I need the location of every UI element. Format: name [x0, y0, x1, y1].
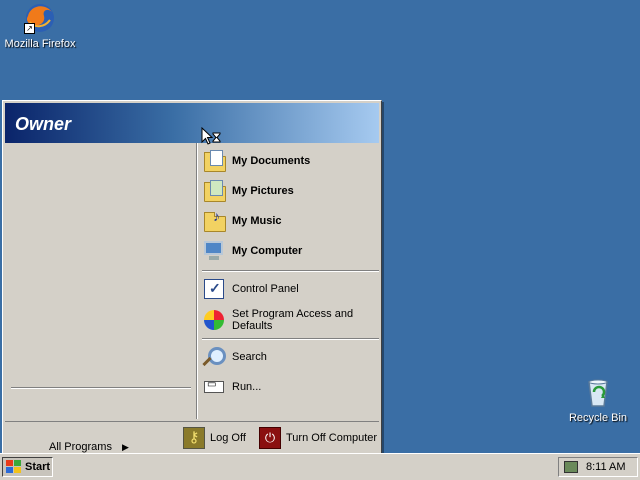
- start-menu-left-pane: All Programs ▶: [5, 143, 196, 453]
- my-music-icon: ♪: [202, 208, 226, 233]
- menu-item-my-music[interactable]: ♪ My Music: [202, 207, 376, 235]
- recycle-bin-icon: [582, 376, 614, 408]
- separator: [202, 338, 379, 340]
- menu-item-run[interactable]: Run...: [202, 373, 376, 401]
- desktop-icon-firefox[interactable]: ↗ Mozilla Firefox: [0, 2, 80, 50]
- menu-item-program-access[interactable]: Set Program Access and Defaults: [202, 305, 376, 335]
- user-name: Owner: [15, 114, 72, 134]
- taskbar: Start 8:11 AM: [0, 453, 640, 480]
- menu-item-label: Set Program Access and Defaults: [232, 308, 354, 332]
- menu-item-label: My Music: [232, 215, 282, 227]
- clock[interactable]: 8:11 AM: [586, 461, 626, 473]
- power-icon: ⏻: [259, 427, 281, 449]
- desktop-icon-recycle-bin[interactable]: Recycle Bin: [558, 376, 638, 424]
- separator: [11, 387, 191, 389]
- desktop-icon-label: Mozilla Firefox: [4, 38, 76, 50]
- search-icon: [202, 345, 226, 369]
- menu-item-label: My Documents: [232, 155, 311, 167]
- desktop-icon-label: Recycle Bin: [568, 412, 628, 424]
- start-menu-right-pane: My Documents My Pictures ♪ My Music My C…: [198, 143, 379, 419]
- control-panel-icon: [202, 277, 226, 301]
- menu-item-label: Run...: [232, 381, 262, 393]
- start-label: Start: [25, 461, 51, 473]
- firefox-icon: ↗: [24, 2, 56, 34]
- separator: [202, 270, 379, 272]
- turn-off-label: Turn Off Computer: [286, 432, 378, 444]
- menu-item-search[interactable]: Search: [202, 343, 376, 371]
- my-pictures-icon: [202, 179, 226, 203]
- start-menu: Owner All Programs ▶ My Documents My Pic…: [2, 100, 382, 456]
- menu-item-label: My Pictures: [232, 185, 294, 197]
- system-tray: 8:11 AM: [558, 457, 638, 477]
- menu-item-my-computer[interactable]: My Computer: [202, 237, 376, 265]
- start-menu-footer: ⚷ Log Off ⏻ Turn Off Computer: [5, 421, 379, 454]
- program-access-icon: [202, 308, 226, 332]
- log-off-button[interactable]: ⚷ Log Off: [183, 427, 246, 449]
- key-icon: ⚷: [183, 427, 205, 449]
- menu-item-my-documents[interactable]: My Documents: [202, 147, 376, 175]
- start-button[interactable]: Start: [2, 457, 53, 477]
- menu-item-label: Control Panel: [232, 283, 299, 295]
- my-computer-icon: [202, 239, 226, 263]
- menu-item-my-pictures[interactable]: My Pictures: [202, 177, 376, 205]
- start-menu-header: Owner: [5, 103, 379, 143]
- shortcut-arrow-icon: ↗: [24, 23, 35, 34]
- menu-item-label: Search: [232, 351, 267, 363]
- menu-item-control-panel[interactable]: Control Panel: [202, 275, 376, 303]
- log-off-label: Log Off: [210, 432, 246, 444]
- my-documents-icon: [202, 149, 226, 173]
- windows-logo-icon: [6, 460, 22, 474]
- turn-off-computer-button[interactable]: ⏻ Turn Off Computer: [259, 427, 377, 449]
- menu-item-label: My Computer: [232, 245, 303, 257]
- run-icon: [202, 375, 226, 399]
- busy-cursor-icon: [201, 126, 221, 147]
- network-icon[interactable]: [564, 461, 578, 473]
